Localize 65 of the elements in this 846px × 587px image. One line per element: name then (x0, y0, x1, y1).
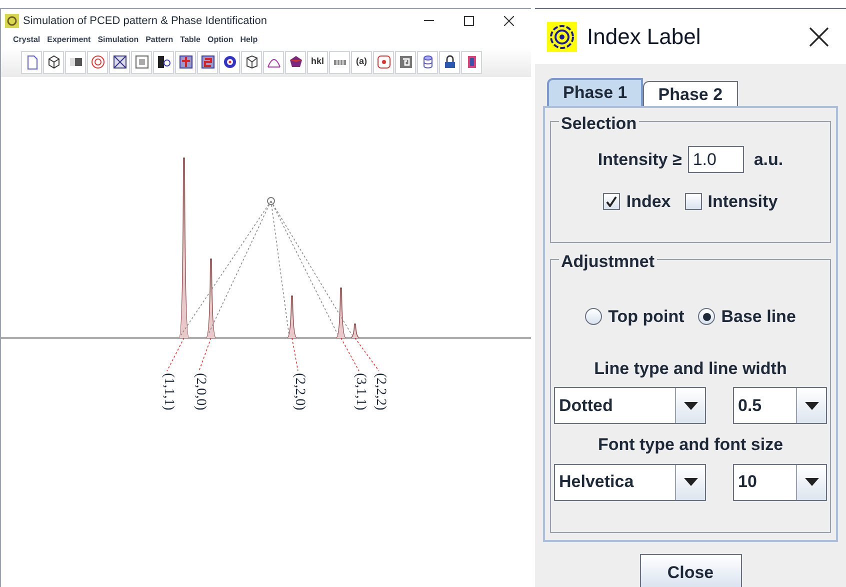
intensity-field[interactable]: 1.0 (688, 146, 744, 173)
section-heading: Font type and font size (598, 434, 784, 456)
dropdown-arrow-icon (804, 478, 818, 486)
target-icon (90, 54, 106, 70)
line-width-dropdown[interactable]: 0.5 (733, 387, 827, 424)
menu-item[interactable]: Option (207, 34, 234, 46)
menu-item[interactable]: Pattern (146, 34, 174, 46)
toolbar-button[interactable] (153, 50, 174, 74)
rings-icon (547, 22, 577, 52)
minimize-icon (424, 20, 434, 22)
menu-item[interactable]: Table (180, 34, 200, 46)
dialog-title: Index Label (587, 23, 701, 51)
radio-button[interactable] (585, 308, 602, 326)
close-button[interactable]: Close (640, 554, 742, 587)
section-heading: Line type and line width (594, 358, 787, 380)
menu-item[interactable]: Help (240, 34, 258, 46)
toolbar-button[interactable] (219, 50, 240, 74)
toolbar-button[interactable] (241, 50, 262, 74)
menu-item[interactable]: Simulation (98, 34, 139, 46)
close-icon (504, 16, 514, 26)
cube-icon (46, 54, 62, 70)
checkbox[interactable] (684, 193, 702, 210)
app-icon (5, 14, 19, 28)
toolbar-button[interactable] (109, 50, 130, 74)
toolbar-button[interactable] (197, 50, 218, 74)
dropdown-arrow-icon (684, 402, 698, 410)
peak-label: (2,2,0) (291, 373, 308, 410)
dropdown-arrow-icon (804, 402, 818, 410)
toolbar-button[interactable] (175, 50, 196, 74)
tab[interactable]: Phase 1 (547, 78, 644, 106)
window-title: Simulation of PCED pattern & Phase Identification (23, 14, 267, 29)
toolbar-button[interactable] (65, 50, 86, 74)
close-icon (809, 26, 829, 46)
line-type-dropdown[interactable]: Dotted (554, 387, 706, 424)
peak-label: (1,1,1) (160, 373, 177, 410)
peak-label: (2,0,0) (192, 373, 209, 410)
peak-label: (3,1,1) (352, 373, 369, 410)
disc-icon (222, 54, 238, 70)
check-icon (606, 196, 618, 208)
menu-item[interactable]: Experiment (47, 34, 91, 46)
toolbar-button[interactable] (43, 50, 64, 74)
toolbar-button[interactable] (439, 50, 460, 74)
font-size-dropdown[interactable]: 10 (733, 464, 827, 500)
dropdown-arrow-icon (684, 478, 698, 486)
radio-label: Top point (608, 306, 684, 328)
toolbar-button[interactable] (461, 50, 482, 74)
maximize-icon (464, 16, 474, 26)
radio-label: Base line (721, 306, 796, 328)
intensity-label: Intensity ≥ (598, 148, 682, 171)
toolbar-button[interactable] (131, 50, 152, 74)
checkbox-label: Intensity (708, 191, 778, 213)
toolbar-button[interactable] (285, 50, 306, 74)
toolbar-button[interactable]: (a) (351, 50, 372, 74)
gem-icon (288, 54, 304, 70)
checkbox[interactable] (603, 193, 620, 210)
tab[interactable]: Phase 2 (643, 81, 738, 106)
menu-item[interactable]: Crystal (13, 34, 40, 46)
toolbar-button[interactable]: hkl (307, 50, 328, 74)
spiral-icon (398, 54, 414, 70)
frame-icon (112, 54, 128, 70)
peak-label: (2,2,2) (372, 373, 389, 410)
unit-label: a.u. (754, 148, 784, 171)
checkbox-label: Index (626, 191, 671, 213)
radio-button[interactable] (698, 308, 716, 326)
font-type-dropdown[interactable]: Helvetica (554, 464, 706, 500)
